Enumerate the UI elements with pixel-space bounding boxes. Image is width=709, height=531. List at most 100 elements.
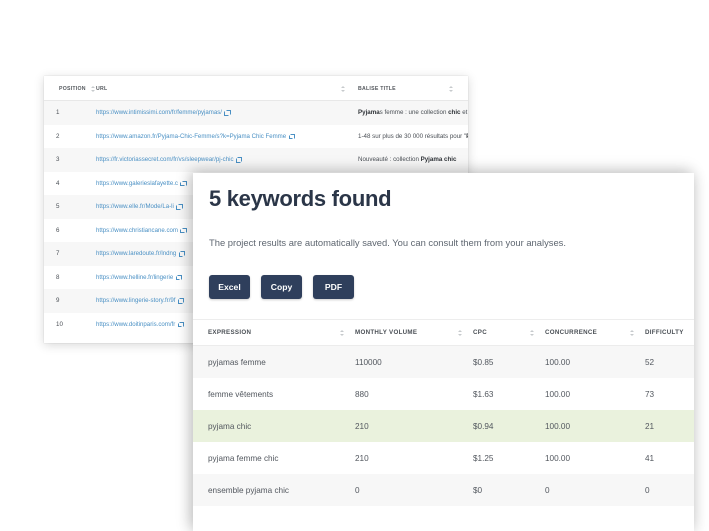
url-link[interactable]: https://www.elle.fr/Mode/La-li (96, 203, 174, 210)
cell-expression: pyjamas femme (208, 357, 266, 367)
cell-difficulty: 0 (645, 485, 650, 495)
table-row[interactable]: pyjamas femme 110000 $0.85 100.00 52 (193, 345, 694, 379)
url-link[interactable]: https://www.christiancane.com (96, 227, 178, 234)
cell-concurrence: 100.00 (545, 453, 571, 463)
external-link-icon[interactable] (177, 321, 184, 328)
url-link[interactable]: https://www.lingerie-story.fr/9f (96, 297, 175, 304)
cell-concurrence: 100.00 (545, 357, 571, 367)
export-excel-button[interactable]: Excel (209, 275, 250, 300)
table-row[interactable]: pyjama chic 210 $0.94 100.00 21 (193, 410, 694, 443)
cell-monthly-volume: 210 (355, 421, 369, 431)
cell-difficulty: 41 (645, 453, 655, 463)
cell-url: https://www.intimissimi.com/fr/femme/pyj… (96, 101, 358, 125)
keywords-table-body: pyjamas femme 110000 $0.85 100.00 52 femme vê… (193, 345, 694, 507)
export-button-row: Excel Copy PDF (209, 275, 678, 300)
cell-cpc: $0.85 (473, 357, 494, 367)
cell-position: 10 (56, 320, 63, 328)
url-link[interactable]: https://fr.victoriassecret.com/fr/vs/sle… (96, 156, 234, 163)
cell-url: https://www.amazon.fr/Pyjama-Chic-Femme/… (96, 125, 358, 149)
external-link-icon[interactable] (180, 227, 187, 234)
sort-icon[interactable] (629, 329, 635, 336)
table-row[interactable]: pyjama femme chic 210 $1.25 100.00 41 (193, 442, 694, 475)
external-link-icon[interactable] (236, 157, 243, 163)
cell-cpc: $0 (473, 485, 483, 495)
column-header-cpc[interactable]: CPC (473, 320, 545, 347)
external-link-icon[interactable] (224, 110, 231, 116)
url-link[interactable]: https://www.galerieslafayette.c (96, 180, 178, 187)
cell-position: 4 (56, 179, 60, 187)
cell-monthly-volume: 110000 (355, 357, 382, 367)
cell-url: https://fr.victoriassecret.com/fr/vs/sle… (96, 148, 358, 172)
sort-icon[interactable] (448, 85, 454, 92)
column-header-concurrence-label: CONCURRENCE (545, 329, 598, 337)
cell-position: 6 (56, 226, 60, 234)
external-link-icon[interactable] (176, 204, 183, 210)
cell-expression: femme vêtements (208, 389, 274, 399)
sort-icon[interactable] (340, 85, 346, 92)
external-link-icon[interactable] (178, 251, 185, 257)
column-header-url-label: URL (96, 85, 108, 92)
keywords-table-wrapper: EXPRESSION MONTHLY VOLUME CPC CONCURRENC… (193, 319, 694, 507)
table-header-row: POSITION URL BALISE TITLE (44, 76, 468, 101)
copy-button[interactable]: Copy (261, 275, 302, 300)
cell-position: 5 (56, 203, 60, 211)
cell-concurrence: 0 (545, 485, 550, 495)
column-header-cpc-label: CPC (473, 329, 487, 337)
page-title: 5 keywords found (209, 186, 392, 211)
column-header-difficulty-label: DIFFICULTY (645, 329, 684, 337)
table-row: 3 https://fr.victoriassecret.com/fr/vs/sl… (44, 148, 468, 172)
cell-position: 8 (56, 273, 60, 281)
cell-balise-title: 1-48 sur plus de 30 000 résultats pour "… (358, 132, 468, 140)
cell-expression: ensemble pyjama chic (208, 485, 290, 495)
column-header-expression-label: EXPRESSION (208, 329, 252, 337)
keywords-found-panel: 5 keywords found The project results are… (193, 173, 694, 531)
keywords-table: EXPRESSION MONTHLY VOLUME CPC CONCURRENC… (193, 320, 694, 507)
column-header-position-label: POSITION (59, 85, 86, 92)
table-row: 1 https://www.intimissimi.com/fr/femme/py… (44, 100, 468, 125)
cell-cpc: $1.25 (473, 453, 494, 463)
cell-monthly-volume: 880 (355, 389, 369, 399)
sort-icon[interactable] (339, 329, 345, 336)
column-header-url[interactable]: URL (96, 76, 358, 101)
column-header-monthly-volume[interactable]: MONTHLY VOLUME (355, 320, 473, 347)
sort-icon[interactable] (457, 329, 463, 336)
sort-icon[interactable] (90, 85, 96, 92)
cell-concurrence: 100.00 (545, 421, 571, 431)
cell-position: 1 (56, 109, 60, 117)
column-header-difficulty[interactable]: DIFFICULTY (645, 320, 694, 347)
cell-difficulty: 73 (645, 389, 655, 399)
column-header-monthly-volume-label: MONTHLY VOLUME (355, 329, 418, 337)
cell-cpc: $1.63 (473, 389, 494, 399)
external-link-icon[interactable] (180, 180, 187, 187)
cell-expression: pyjama femme chic (208, 453, 279, 463)
cell-difficulty: 52 (645, 357, 655, 367)
url-link[interactable]: https://www.laredoute.fr/lndng (96, 250, 176, 257)
url-link[interactable]: https://www.amazon.fr/Pyjama-Chic-Femme/… (96, 133, 286, 140)
sort-icon[interactable] (529, 329, 535, 336)
cell-expression: pyjama chic (208, 421, 252, 431)
external-link-icon[interactable] (175, 274, 182, 281)
external-link-icon[interactable] (177, 298, 185, 304)
column-header-balise-title[interactable]: BALISE TITLE (358, 76, 468, 101)
cell-cpc: $0.94 (473, 421, 494, 431)
url-link[interactable]: https://www.doitinparis.com/fr (96, 321, 175, 328)
column-header-expression[interactable]: EXPRESSION (193, 320, 355, 347)
url-link[interactable]: https://www.intimissimi.com/fr/femme/pyj… (96, 109, 222, 116)
cell-difficulty: 21 (645, 421, 655, 431)
table-row[interactable]: femme vêtements 880 $1.63 100.00 73 (193, 378, 694, 411)
column-header-balise-title-label: BALISE TITLE (358, 85, 396, 92)
export-pdf-button[interactable]: PDF (313, 275, 354, 300)
cell-concurrence: 100.00 (545, 389, 571, 399)
external-link-icon[interactable] (288, 133, 295, 140)
cell-position: 3 (56, 156, 60, 164)
column-header-position[interactable]: POSITION (44, 76, 96, 101)
table-row[interactable]: ensemble pyjama chic 0 $0 0 0 (193, 474, 694, 507)
table-row: 2 https://www.amazon.fr/Pyjama-Chic-Femme… (44, 124, 468, 149)
cell-position: 2 (56, 132, 60, 140)
cell-balise-title: Nouveauté : collection Pyjama chic (358, 156, 457, 164)
cell-position: 7 (56, 250, 60, 258)
url-link[interactable]: https://www.helline.fr/lingerie (96, 274, 173, 281)
column-header-concurrence[interactable]: CONCURRENCE (545, 320, 645, 347)
save-notice-text: The project results are automatically sa… (209, 237, 566, 249)
cell-monthly-volume: 210 (355, 453, 369, 463)
